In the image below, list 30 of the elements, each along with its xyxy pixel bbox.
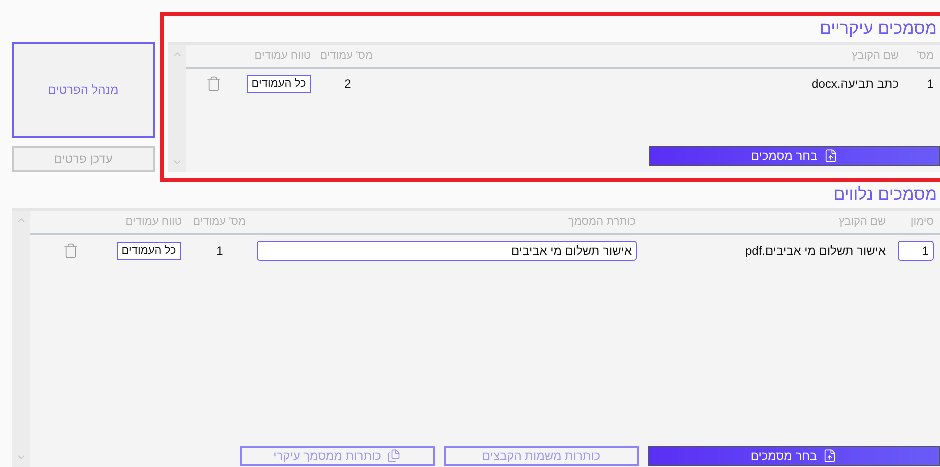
table-cell-text: כתב תביעה.docx bbox=[811, 77, 900, 91]
table-cell-text: אישור תשלום מי אביבים.pdf bbox=[744, 244, 887, 258]
document-title-field[interactable]: אישור תשלום מי אביבים bbox=[257, 241, 637, 261]
column-header: שם הקובץ bbox=[851, 50, 900, 62]
action-button[interactable]: בחר מסמכים bbox=[649, 146, 940, 166]
action-button[interactable]: בחר מסמכים bbox=[648, 446, 940, 466]
column-header: סימון bbox=[910, 216, 935, 228]
file-upload-icon bbox=[823, 449, 838, 463]
column-header: טווח עמודים bbox=[254, 50, 312, 62]
scrollbar[interactable] bbox=[168, 45, 186, 172]
column-header: מס' עמודים bbox=[192, 216, 247, 228]
trash-icon[interactable] bbox=[206, 76, 222, 92]
trash-icon[interactable] bbox=[63, 243, 79, 259]
column-header: מס' bbox=[916, 50, 935, 62]
table-cell-text: 2 bbox=[344, 77, 352, 91]
column-header: טווח עמודים bbox=[124, 216, 183, 228]
table-cell-text: 1 bbox=[926, 77, 935, 91]
section-title: מסמכים עיקריים bbox=[818, 18, 938, 40]
file-upload-icon bbox=[824, 149, 838, 163]
scrollbar[interactable] bbox=[12, 211, 30, 467]
column-header: שם הקובץ bbox=[838, 216, 887, 228]
page-range-button[interactable]: כל העמודים bbox=[246, 75, 312, 93]
documents-icon bbox=[387, 449, 402, 463]
page-range-button[interactable]: כל העמודים bbox=[116, 242, 182, 260]
column-header: כותרת המסמך bbox=[567, 216, 637, 228]
section-title: מסמכים נלווים bbox=[832, 184, 938, 206]
table-cell-text: 1 bbox=[216, 244, 224, 258]
mark-field[interactable]: 1 bbox=[898, 241, 934, 261]
details-manager-button[interactable]: מנהל הפרטים bbox=[12, 42, 155, 138]
column-header: מס' עמודים bbox=[319, 50, 374, 62]
